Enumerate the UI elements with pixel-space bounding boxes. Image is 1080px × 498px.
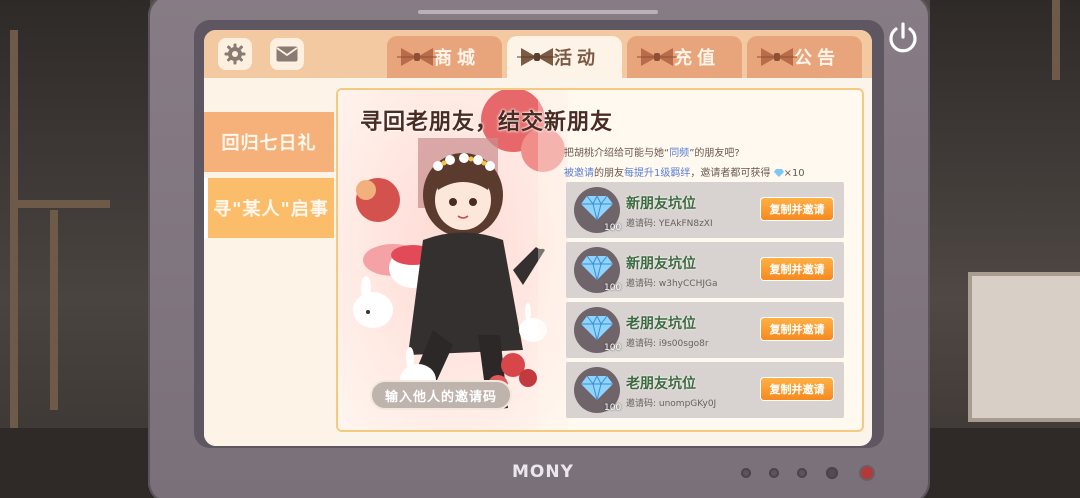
- shelf-board: [10, 200, 110, 208]
- invite-code: 邀请码: unompGKy0J: [626, 399, 717, 409]
- desc-text: 把胡桃介绍给可能与她“: [564, 148, 670, 159]
- sidebar-item-return-gift[interactable]: 回归七日礼: [204, 112, 334, 172]
- diamond-icon: [581, 315, 613, 341]
- invite-code: 邀请码: i9s00sgo8r: [626, 339, 709, 349]
- diamond-reward: 100: [574, 247, 622, 293]
- diamond-reward: 100: [574, 367, 622, 413]
- tv-knob: [826, 467, 838, 479]
- room-left-background: [0, 0, 150, 498]
- sidebar-item-label: 回归七日礼: [221, 133, 317, 154]
- power-button[interactable]: [883, 18, 923, 58]
- reward-amount: 100: [604, 403, 622, 413]
- settings-button[interactable]: [218, 38, 252, 70]
- diamond-icon: [581, 195, 613, 221]
- room-right-background: [930, 0, 1080, 498]
- reward-amount: 100: [604, 223, 622, 233]
- desc-highlight: 被邀请: [564, 168, 594, 179]
- invite-slot-list: 100 新朋友坑位 邀请码: YEAkFN8zXI 复制并邀请 100 新朋友坑…: [566, 182, 844, 422]
- slot-name: 老朋友坑位: [626, 376, 696, 392]
- ribbon-bow-icon: [517, 48, 557, 66]
- desc-text: ，邀请者都可获得: [690, 168, 771, 179]
- tv-knob: [797, 468, 807, 478]
- event-panel: 寻回老朋友，结交新朋友 把胡桃介绍给可能与她“同频”的朋友吧? 被邀请的朋友每提…: [336, 88, 864, 432]
- desc-highlight: 同频: [669, 148, 690, 159]
- invite-slot-row: 100 老朋友坑位 邀请码: unompGKy0J 复制并邀请: [566, 362, 844, 418]
- invite-slot-row: 100 老朋友坑位 邀请码: i9s00sgo8r 复制并邀请: [566, 302, 844, 358]
- tab-recharge[interactable]: 充值: [627, 36, 742, 78]
- tab-label: 充值: [674, 48, 720, 69]
- tv-top-slot: [418, 10, 658, 14]
- diamond-reward: 100: [574, 187, 622, 233]
- slot-name: 新朋友坑位: [626, 196, 696, 212]
- ribbon-bow-icon: [757, 48, 797, 66]
- shelf-post: [1052, 0, 1060, 80]
- invite-slot-row: 100 新朋友坑位 邀请码: w3hyCCHJGa 复制并邀请: [566, 242, 844, 298]
- cabinet: [968, 272, 1080, 422]
- tab-activity[interactable]: 活动: [507, 36, 622, 78]
- power-icon: [889, 22, 917, 53]
- diamond-reward: 100: [574, 307, 622, 353]
- slot-name: 新朋友坑位: [626, 256, 696, 272]
- event-description-line2: 被邀请的朋友每提升1级羁绊，邀请者都可获得 ×10: [564, 164, 805, 179]
- invite-code-input[interactable]: 输入他人的邀请码: [370, 380, 512, 410]
- event-description-line1: 把胡桃介绍给可能与她“同频”的朋友吧?: [564, 144, 740, 159]
- copy-invite-button[interactable]: 复制并邀请: [760, 377, 834, 401]
- tv-knob: [769, 468, 779, 478]
- copy-invite-button[interactable]: 复制并邀请: [760, 257, 834, 281]
- slot-name: 老朋友坑位: [626, 316, 696, 332]
- sidebar-item-find-someone[interactable]: 寻"某人"启事: [204, 178, 334, 238]
- desc-highlight: 每提升1级羁绊: [624, 168, 691, 179]
- game-screen: 商城 活动 充值 公告 回归七日礼 寻"某人"启事 寻回老朋友，结交新朋友 把胡…: [204, 30, 872, 446]
- copy-invite-button[interactable]: 复制并邀请: [760, 197, 834, 221]
- shelf-post: [50, 210, 58, 410]
- invite-code: 邀请码: w3hyCCHJGa: [626, 279, 718, 289]
- event-title: 寻回老朋友，结交新朋友: [360, 110, 614, 135]
- desc-text: ”的朋友吧?: [689, 148, 740, 159]
- tv-knob: [741, 468, 751, 478]
- mail-icon: [276, 46, 298, 62]
- reward-amount: 100: [604, 283, 622, 293]
- ribbon-bow-icon: [397, 48, 437, 66]
- gear-icon: [224, 43, 246, 65]
- tab-label: 商城: [434, 48, 480, 69]
- desc-text: 的朋友: [594, 168, 624, 179]
- tv-brand: MONY: [512, 462, 574, 482]
- tab-label: 公告: [794, 48, 840, 69]
- invite-slot-row: 100 新朋友坑位 邀请码: YEAkFN8zXI 复制并邀请: [566, 182, 844, 238]
- sidebar-item-label: 寻"某人"启事: [213, 199, 329, 220]
- shelf-post: [10, 30, 18, 430]
- mail-button[interactable]: [270, 38, 304, 70]
- reward-amount: ×10: [783, 168, 805, 179]
- diamond-icon: [773, 169, 784, 177]
- sidebar: 回归七日礼 寻"某人"启事: [204, 78, 334, 446]
- top-bar: 商城 活动 充值 公告: [204, 30, 872, 78]
- tab-shop[interactable]: 商城: [387, 36, 502, 78]
- reward-amount: 100: [604, 343, 622, 353]
- invite-code: 邀请码: YEAkFN8zXI: [626, 219, 713, 229]
- diamond-icon: [581, 375, 613, 401]
- tab-announcement[interactable]: 公告: [747, 36, 862, 78]
- tab-label: 活动: [554, 48, 600, 69]
- tv-power-led: [861, 467, 873, 479]
- diamond-icon: [581, 255, 613, 281]
- copy-invite-button[interactable]: 复制并邀请: [760, 317, 834, 341]
- ribbon-bow-icon: [637, 48, 677, 66]
